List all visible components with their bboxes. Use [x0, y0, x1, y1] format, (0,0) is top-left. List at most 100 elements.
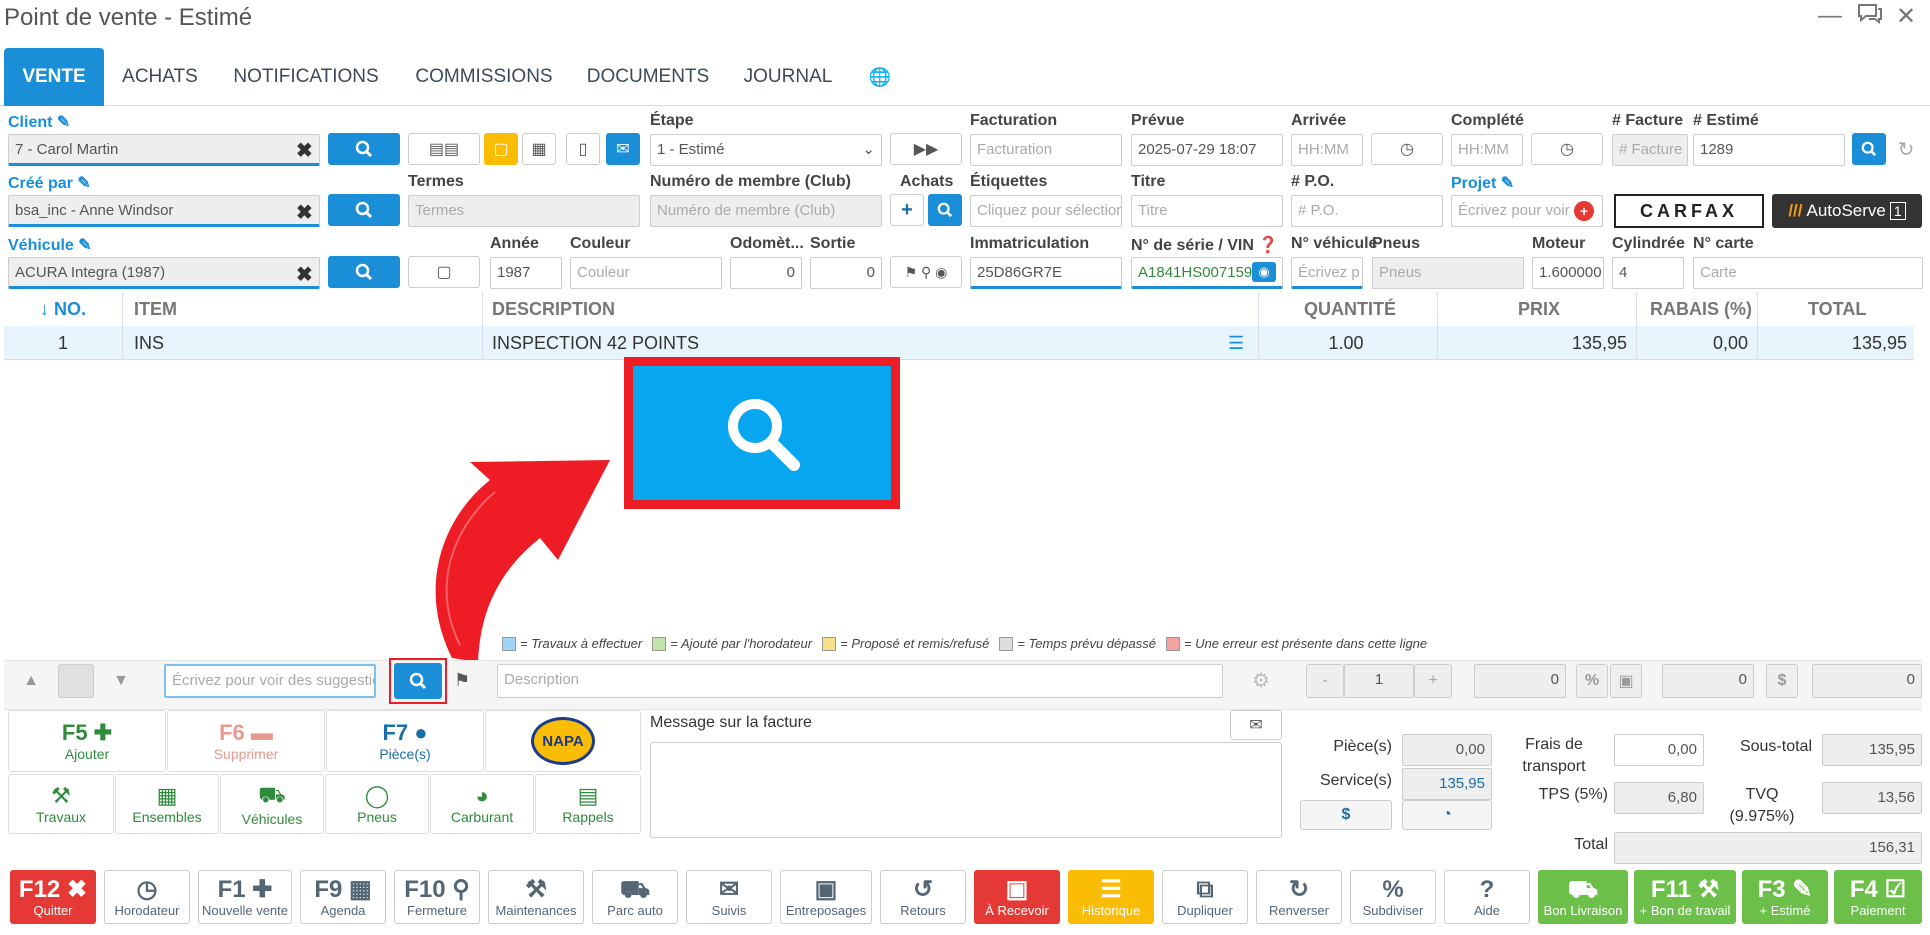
chat-icon[interactable]: [1856, 2, 1884, 32]
annee-field[interactable]: 1987: [490, 257, 562, 289]
pneus-button[interactable]: ◯ Pneus: [325, 774, 429, 834]
vehicule-field[interactable]: ACURA Integra (1987): [8, 257, 320, 289]
percent-icon[interactable]: %: [1576, 664, 1608, 698]
qty-plus-button[interactable]: +: [1414, 664, 1452, 698]
message-comment-icon[interactable]: ✉: [1230, 710, 1282, 740]
pneus-field[interactable]: Pneus: [1372, 257, 1524, 289]
couleur-field[interactable]: Couleur: [570, 257, 722, 289]
horodateur-button[interactable]: ◷ Horodateur: [104, 870, 190, 924]
mobile-icon[interactable]: ▯: [566, 133, 600, 165]
bon-de-travail-button[interactable]: F11 ⚒ + Bon de travail: [1634, 870, 1736, 924]
minimize-icon[interactable]: —: [1818, 2, 1842, 30]
autoserve-logo[interactable]: ///AutoServe 1: [1772, 194, 1922, 228]
message-textarea[interactable]: [650, 742, 1282, 838]
dollar-icon[interactable]: $: [1766, 664, 1798, 698]
arrivee-field[interactable]: HH:MM: [1291, 134, 1363, 166]
estime-field[interactable]: 1289: [1693, 134, 1845, 166]
col-rabais[interactable]: RABAIS (%): [1650, 292, 1752, 326]
qty-field[interactable]: 1: [1344, 664, 1414, 698]
membre-field[interactable]: Numéro de membre (Club): [650, 195, 882, 227]
line-number-field[interactable]: [58, 664, 94, 698]
tab-notifications[interactable]: NOTIFICATIONS: [226, 48, 386, 106]
a-recevoir-button[interactable]: ▣ À Recevoir: [974, 870, 1060, 924]
add-line-button[interactable]: F5 ✚ Ajouter: [8, 710, 166, 772]
achats-search-button[interactable]: [928, 194, 962, 226]
col-item[interactable]: ITEM: [134, 292, 177, 326]
aide-button[interactable]: ? Aide: [1444, 870, 1530, 924]
moteur-field[interactable]: 1.600000: [1532, 257, 1604, 289]
globe-icon[interactable]: 🌐: [860, 48, 900, 106]
arrivee-clock-icon[interactable]: ◷: [1371, 133, 1443, 165]
immat-field[interactable]: 25D86GR7E: [970, 257, 1122, 289]
list-icon[interactable]: ☰: [1228, 326, 1244, 360]
cree-search-button[interactable]: [328, 194, 400, 226]
etiquettes-field[interactable]: Cliquez pour sélectionner: [970, 195, 1122, 227]
entreposages-button[interactable]: ▣ Entreposages: [780, 870, 872, 924]
dollar-button[interactable]: $: [1300, 800, 1392, 830]
napa-logo[interactable]: NAPA: [485, 710, 641, 772]
renverser-button[interactable]: ↻ Renverser: [1256, 870, 1342, 924]
email-icon[interactable]: ✉: [606, 133, 640, 165]
fermeture-button[interactable]: F10 ⚲ Fermeture: [394, 870, 480, 924]
quit-button[interactable]: F12 ✖ Quitter: [10, 870, 96, 924]
titre-field[interactable]: Titre: [1131, 195, 1283, 227]
gear-icon[interactable]: ⚙: [1252, 668, 1270, 693]
col-total[interactable]: TOTAL: [1808, 292, 1866, 326]
refresh-icon[interactable]: ↻: [1890, 133, 1922, 165]
vehicule-note-icon[interactable]: ▢: [408, 256, 480, 288]
qty-minus-button[interactable]: -: [1306, 664, 1344, 698]
close-icon[interactable]: ✕: [1896, 2, 1916, 31]
clear-cree-icon[interactable]: ✖: [296, 200, 313, 225]
cash-icon[interactable]: ▣: [1610, 664, 1642, 698]
etape-select[interactable]: 1 - Estimé ⌄: [650, 134, 882, 166]
client-label[interactable]: Client ✎: [8, 112, 70, 132]
pie-chart-icon[interactable]: ◔: [1402, 800, 1492, 830]
chevron-up-icon[interactable]: ▲: [10, 664, 52, 698]
tag-icon[interactable]: ⚑: [454, 670, 470, 691]
paiement-button[interactable]: F4 ☑ Paiement: [1834, 870, 1922, 924]
historique-button[interactable]: ☰ Historique: [1068, 870, 1154, 924]
tab-achats[interactable]: ACHATS: [110, 48, 210, 106]
cree-par-field[interactable]: bsa_inc - Anne Windsor: [8, 195, 320, 227]
estime-button[interactable]: F3 ✎ + Estimé: [1742, 870, 1828, 924]
add-projet-icon[interactable]: +: [1574, 201, 1594, 221]
tab-vente[interactable]: VENTE: [4, 48, 104, 106]
table-row[interactable]: [4, 326, 1914, 360]
note-button[interactable]: ▢: [484, 133, 518, 165]
projet-label[interactable]: Projet ✎: [1451, 173, 1514, 193]
item-search-input[interactable]: Écrivez pour voir des suggestions: [164, 664, 376, 698]
total-line-field[interactable]: 0: [1812, 664, 1922, 698]
carte-field[interactable]: Carte: [1693, 257, 1923, 289]
prix-field[interactable]: 0: [1662, 664, 1754, 698]
item-search-button[interactable]: [394, 663, 442, 699]
ensembles-button[interactable]: ▦ Ensembles: [115, 774, 219, 834]
clear-client-icon[interactable]: ✖: [296, 138, 313, 163]
agenda-button[interactable]: F9 ▦ Agenda: [300, 870, 386, 924]
termes-field[interactable]: Termes: [408, 195, 640, 227]
clear-vehicule-icon[interactable]: ✖: [296, 262, 313, 287]
odometre-field[interactable]: 0: [730, 257, 802, 289]
vehicule-label[interactable]: Véhicule ✎: [8, 235, 92, 255]
facture-field[interactable]: # Facture: [1612, 134, 1688, 166]
cree-par-label[interactable]: Créé par ✎: [8, 173, 91, 193]
add-achat-button[interactable]: +: [890, 194, 924, 226]
col-quantite[interactable]: QUANTITÉ: [1304, 292, 1396, 326]
delete-line-button[interactable]: F6 ▬ Supprimer: [167, 710, 325, 772]
parc-auto-button[interactable]: ⛟ Parc auto: [592, 870, 678, 924]
retours-button[interactable]: ↺ Retours: [880, 870, 966, 924]
maintenances-button[interactable]: ⚒ Maintenances: [488, 870, 584, 924]
novehicule-field[interactable]: Écrivez p: [1291, 257, 1363, 289]
vehicule-search-button[interactable]: [328, 256, 400, 288]
client-search-button[interactable]: [328, 133, 400, 165]
tab-commissions[interactable]: COMMISSIONS: [404, 48, 564, 106]
facturation-field[interactable]: Facturation: [970, 134, 1122, 166]
chevron-down-icon[interactable]: ▼: [100, 664, 142, 698]
travaux-button[interactable]: ⚒ Travaux: [8, 774, 114, 834]
bon-livraison-button[interactable]: ⛟ Bon Livraison: [1538, 870, 1628, 924]
new-sale-button[interactable]: F1 ✚ Nouvelle vente: [198, 870, 292, 924]
calendar-icon[interactable]: ▦: [522, 133, 556, 165]
suivis-button[interactable]: ✉ Suivis: [686, 870, 772, 924]
prevue-field[interactable]: 2025-07-29 18:07: [1131, 134, 1283, 166]
binoculars-button[interactable]: ▤▤: [408, 133, 480, 165]
camera-icon[interactable]: ◉: [1252, 262, 1276, 282]
